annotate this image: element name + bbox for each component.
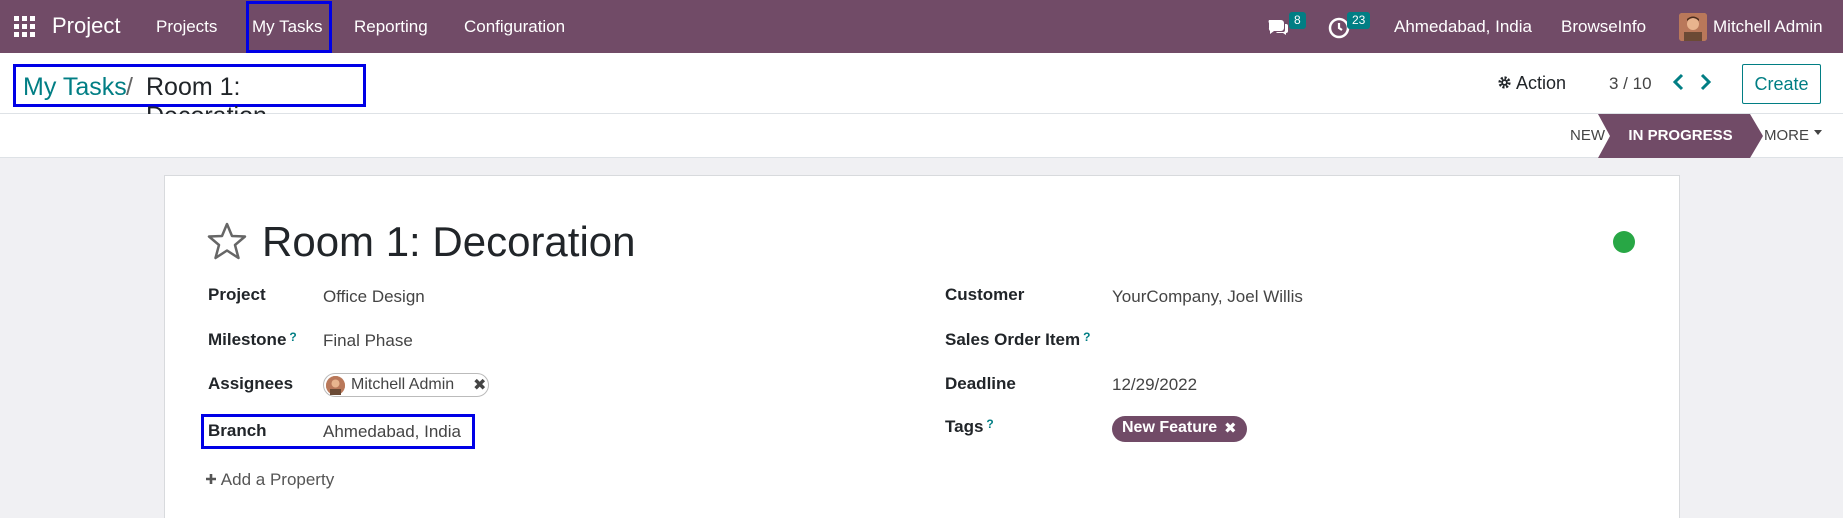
customer-value[interactable]: YourCompany, Joel Willis xyxy=(1112,287,1303,307)
action-button[interactable]: Action xyxy=(1497,73,1566,94)
branch-value[interactable]: Ahmedabad, India xyxy=(323,422,461,442)
gear-icon xyxy=(1498,76,1511,89)
milestone-value[interactable]: Final Phase xyxy=(323,331,413,351)
tag-name: New Feature xyxy=(1122,419,1218,436)
messages-icon[interactable] xyxy=(1266,15,1290,39)
tags-help-icon[interactable]: ? xyxy=(986,417,993,431)
breadcrumb-separator: / xyxy=(126,73,133,101)
control-panel: My Tasks / Room 1: Decoration Action 3 /… xyxy=(0,53,1843,130)
create-button[interactable]: Create xyxy=(1742,64,1821,104)
remove-assignee-icon[interactable]: ✖ xyxy=(473,375,486,395)
user-menu[interactable]: Mitchell Admin xyxy=(1713,17,1823,37)
star-icon[interactable] xyxy=(207,221,247,261)
stage-in-progress[interactable]: IN PROGRESS xyxy=(1598,114,1763,158)
milestone-label-text: Milestone xyxy=(208,330,287,349)
menu-configuration[interactable]: Configuration xyxy=(464,17,565,37)
breadcrumb: My Tasks / Room 1: Decoration xyxy=(13,64,366,130)
breadcrumb-my-tasks-link[interactable]: My Tasks xyxy=(23,73,127,102)
sales-order-item-label: Sales Order Item? xyxy=(945,330,1090,350)
top-navbar: Project Projects My Tasks Reporting Conf… xyxy=(0,0,1843,53)
app-brand[interactable]: Project xyxy=(52,13,120,39)
apps-menu-icon[interactable] xyxy=(14,16,35,37)
form-sheet: Room 1: Decoration Project Office Design… xyxy=(164,175,1680,518)
menu-reporting[interactable]: Reporting xyxy=(354,17,428,37)
customer-label: Customer xyxy=(945,285,1025,304)
assignees-label: Assignees xyxy=(208,374,294,393)
sales-order-item-label-text: Sales Order Item xyxy=(945,330,1081,349)
milestone-help-icon[interactable]: ? xyxy=(289,330,296,344)
deadline-label: Deadline xyxy=(945,374,1016,393)
milestone-label: Milestone? xyxy=(208,330,297,350)
deadline-value[interactable]: 12/29/2022 xyxy=(1112,375,1197,395)
plus-icon xyxy=(206,474,216,484)
action-label: Action xyxy=(1516,73,1567,93)
pager-previous-icon[interactable] xyxy=(1668,69,1690,95)
stage-in-progress-label: IN PROGRESS xyxy=(1628,127,1733,144)
messages-badge: 8 xyxy=(1289,12,1306,29)
activities-badge: 23 xyxy=(1347,12,1371,29)
pager-value[interactable]: 3 / 10 xyxy=(1609,74,1652,94)
stage-more-dropdown[interactable]: MORE xyxy=(1764,114,1823,158)
stage-more-label: MORE xyxy=(1764,127,1809,144)
tags-label: Tags? xyxy=(945,417,994,437)
add-property-label: Add a Property xyxy=(220,470,335,489)
company-switcher[interactable]: BrowseInfo xyxy=(1561,17,1646,37)
assignee-name: Mitchell Admin xyxy=(351,376,455,393)
tag-chip[interactable]: New Feature ✖ xyxy=(1112,416,1247,442)
task-title[interactable]: Room 1: Decoration xyxy=(262,218,636,266)
remove-tag-icon[interactable]: ✖ xyxy=(1224,419,1237,437)
menu-projects[interactable]: Projects xyxy=(156,17,217,37)
assignee-avatar xyxy=(326,376,345,395)
status-bar: NEW IN PROGRESS MORE xyxy=(0,114,1843,158)
user-avatar[interactable] xyxy=(1679,13,1707,41)
sales-order-item-help-icon[interactable]: ? xyxy=(1083,330,1090,344)
project-label: Project xyxy=(208,285,266,304)
project-value[interactable]: Office Design xyxy=(323,287,425,307)
pager-next-icon[interactable] xyxy=(1694,69,1716,95)
assignee-chip[interactable]: Mitchell Admin ✖ xyxy=(323,373,489,397)
kanban-state-indicator[interactable] xyxy=(1613,231,1635,253)
tags-label-text: Tags xyxy=(945,417,984,436)
caret-down-icon xyxy=(1814,130,1823,135)
branch-label: Branch xyxy=(208,421,267,440)
add-property-button[interactable]: Add a Property xyxy=(205,470,334,490)
branch-switcher[interactable]: Ahmedabad, India xyxy=(1394,17,1532,37)
menu-my-tasks[interactable]: My Tasks xyxy=(252,17,323,37)
